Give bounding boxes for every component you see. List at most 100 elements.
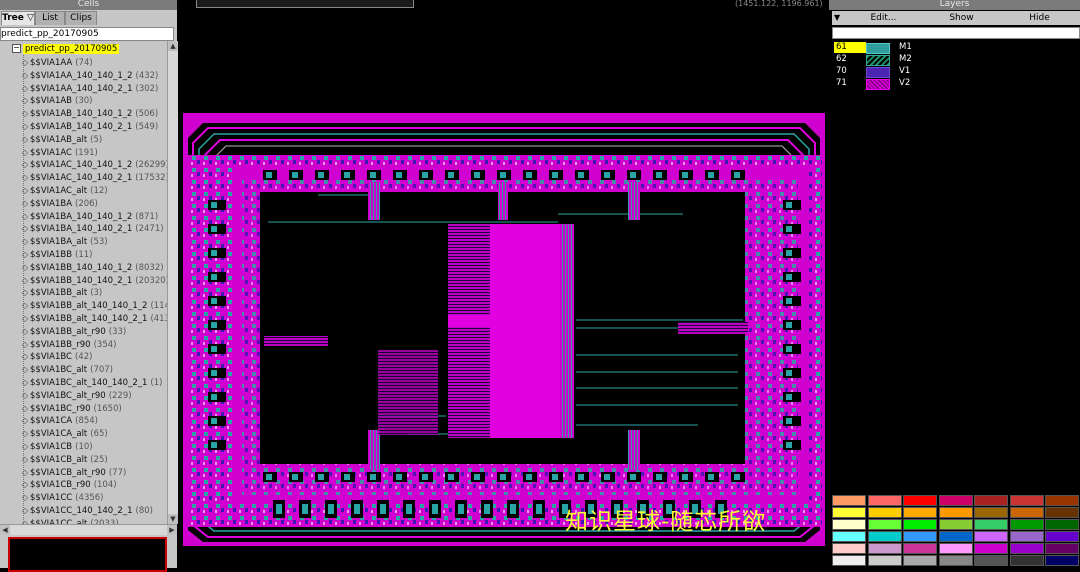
tree-item[interactable]: ◇ $$VIA1AC_140_140_2_1 (17532): [20, 172, 167, 185]
tab-list[interactable]: List: [35, 11, 65, 25]
tree-item[interactable]: ◇ $$VIA1CB_alt_r90 (77): [20, 467, 126, 480]
tree-item[interactable]: ◇ $$VIA1CC (4356): [20, 492, 104, 505]
palette-swatch[interactable]: [1045, 531, 1079, 542]
palette-swatch[interactable]: [832, 531, 866, 542]
tree-item[interactable]: ◇ $$VIA1BC_alt_r90 (229): [20, 390, 132, 403]
palette-swatch[interactable]: [867, 519, 902, 530]
layer-row-70[interactable]: 70 V1: [834, 66, 954, 78]
palette-swatch[interactable]: [1009, 543, 1044, 554]
palette-swatch[interactable]: [903, 519, 937, 530]
tree-item[interactable]: ◇ $$VIA1BA_140_140_1_2 (871): [20, 211, 158, 224]
tree-item[interactable]: ◇ $$VIA1BC_alt (707): [20, 364, 113, 377]
cell-filter-input[interactable]: predict_pp_20170905: [0, 27, 174, 41]
palette-swatch[interactable]: [1009, 531, 1044, 542]
tree-item[interactable]: ◇ $$VIA1BB_140_140_2_1 (20320): [20, 275, 167, 288]
tree-item[interactable]: ◇ $$VIA1CB_r90 (104): [20, 479, 117, 492]
scroll-up-icon[interactable]: ▲: [168, 41, 178, 51]
tree-item[interactable]: ◇ $$VIA1BC_r90 (1650): [20, 403, 122, 416]
tree-item[interactable]: ◇ $$VIA1BC_alt_140_140_2_1 (1): [20, 377, 163, 390]
layout-canvas[interactable]: [178, 10, 828, 568]
palette-swatch[interactable]: [867, 531, 902, 542]
palette-swatch[interactable]: [1045, 555, 1079, 566]
palette-swatch[interactable]: [867, 507, 902, 518]
tree-item[interactable]: ◇ $$VIA1CC_140_140_2_1 (80): [20, 505, 153, 518]
tree-item[interactable]: ◇$$VIA1BB_alt_140_140_1_2(1141): [20, 300, 167, 313]
tree-item[interactable]: ◇$$VIA1BB_alt_140_140_2_1(4133): [20, 313, 167, 326]
palette-swatch[interactable]: [938, 519, 973, 530]
palette-swatch[interactable]: [832, 519, 866, 530]
scroll-right-icon[interactable]: ▶: [167, 525, 177, 535]
layer-filter-input[interactable]: [832, 27, 1080, 39]
palette-swatch[interactable]: [832, 495, 866, 506]
tree-item[interactable]: ◇ $$VIA1BA_alt (53): [20, 236, 108, 249]
tree-item[interactable]: ◇ $$VIA1BA_140_140_2_1 (2471): [20, 223, 164, 236]
tree-vertical-scrollbar[interactable]: ▲ ▼: [167, 41, 178, 524]
tree-item[interactable]: ◇ $$VIA1BB_alt (3): [20, 287, 102, 300]
palette-swatch[interactable]: [1045, 507, 1079, 518]
tree-root-label[interactable]: predict_pp_20170905: [23, 44, 120, 54]
palette-swatch[interactable]: [903, 495, 937, 506]
tree-item[interactable]: ◇ $$VIA1AB (30): [20, 95, 93, 108]
layer-row-62[interactable]: 62 M2: [834, 54, 954, 66]
palette-swatch[interactable]: [832, 555, 866, 566]
tree-item[interactable]: ◇ $$VIA1AB_140_140_2_1 (549): [20, 121, 158, 134]
palette-swatch[interactable]: [832, 507, 866, 518]
palette-swatch[interactable]: [974, 555, 1008, 566]
tree-item[interactable]: ◇ $$VIA1BB_140_140_1_2 (8032): [20, 262, 164, 275]
tree-item[interactable]: ◇ $$VIA1BB_alt_r90 (33): [20, 326, 126, 339]
tree-item[interactable]: ◇ $$VIA1CB_alt (25): [20, 454, 108, 467]
palette-swatch[interactable]: [903, 555, 937, 566]
palette-swatch[interactable]: [974, 543, 1008, 554]
scroll-down-icon[interactable]: ▼: [168, 514, 178, 524]
edit-layer-button[interactable]: Edit...: [846, 12, 921, 24]
tree-item[interactable]: ◇ $$VIA1AA (74): [20, 57, 93, 70]
palette-swatch[interactable]: [1045, 519, 1079, 530]
tree-item[interactable]: ◇ $$VIA1CB (10): [20, 441, 93, 454]
palette-swatch[interactable]: [1009, 507, 1044, 518]
palette-swatch[interactable]: [938, 495, 973, 506]
palette-swatch[interactable]: [1009, 555, 1044, 566]
tree-item[interactable]: ◇ $$VIA1AB_alt (5): [20, 134, 102, 147]
tree-root-row[interactable]: − predict_pp_20170905: [12, 44, 120, 55]
palette-swatch[interactable]: [1045, 543, 1079, 554]
tree-item[interactable]: ◇ $$VIA1AC (191): [20, 147, 98, 160]
tree-horizontal-scrollbar[interactable]: ◀ ▶: [0, 524, 177, 535]
tree-item[interactable]: ◇ $$VIA1CA (854): [20, 415, 98, 428]
palette-swatch[interactable]: [974, 519, 1008, 530]
dropdown-arrow-icon[interactable]: ▼: [834, 12, 840, 24]
tree-item[interactable]: ◇ $$VIA1AC_140_140_1_2 (26299): [20, 159, 167, 172]
palette-swatch[interactable]: [867, 495, 902, 506]
palette-swatch[interactable]: [867, 543, 902, 554]
hide-layer-button[interactable]: Hide: [1002, 12, 1077, 24]
tree-item[interactable]: ◇ $$VIA1BA (206): [20, 198, 98, 211]
palette-swatch[interactable]: [974, 507, 1008, 518]
tree-item[interactable]: ◇ $$VIA1AA_140_140_1_2 (432): [20, 70, 158, 83]
palette-swatch[interactable]: [938, 543, 973, 554]
palette-swatch[interactable]: [938, 555, 973, 566]
tree-item[interactable]: ◇ $$VIA1BB_r90 (354): [20, 339, 117, 352]
tree-item[interactable]: ◇ $$VIA1CA_alt (65): [20, 428, 108, 441]
tree-item[interactable]: ◇ $$VIA1AA_140_140_2_1 (302): [20, 83, 158, 96]
show-layer-button[interactable]: Show: [924, 12, 999, 24]
tree-item[interactable]: ◇ $$VIA1AC_alt (12): [20, 185, 108, 198]
palette-swatch[interactable]: [1009, 519, 1044, 530]
tab-tree[interactable]: Tree ▽: [1, 11, 35, 25]
palette-swatch[interactable]: [974, 531, 1008, 542]
collapse-icon[interactable]: −: [12, 44, 21, 53]
palette-swatch[interactable]: [832, 543, 866, 554]
palette-swatch[interactable]: [903, 531, 937, 542]
palette-swatch[interactable]: [867, 555, 902, 566]
palette-swatch[interactable]: [903, 543, 937, 554]
palette-swatch[interactable]: [938, 531, 973, 542]
tree-item[interactable]: ◇ $$VIA1AB_140_140_1_2 (506): [20, 108, 158, 121]
tree-item[interactable]: ◇ $$VIA1BB (11): [20, 249, 93, 262]
palette-swatch[interactable]: [1009, 495, 1044, 506]
palette-swatch[interactable]: [974, 495, 1008, 506]
layer-row-61[interactable]: 61 M1: [834, 42, 954, 54]
tab-clips[interactable]: Clips: [65, 11, 97, 25]
scroll-left-icon[interactable]: ◀: [0, 525, 10, 535]
palette-swatch[interactable]: [938, 507, 973, 518]
layer-row-71[interactable]: 71 V2: [834, 78, 954, 90]
palette-swatch[interactable]: [903, 507, 937, 518]
palette-swatch[interactable]: [1045, 495, 1079, 506]
